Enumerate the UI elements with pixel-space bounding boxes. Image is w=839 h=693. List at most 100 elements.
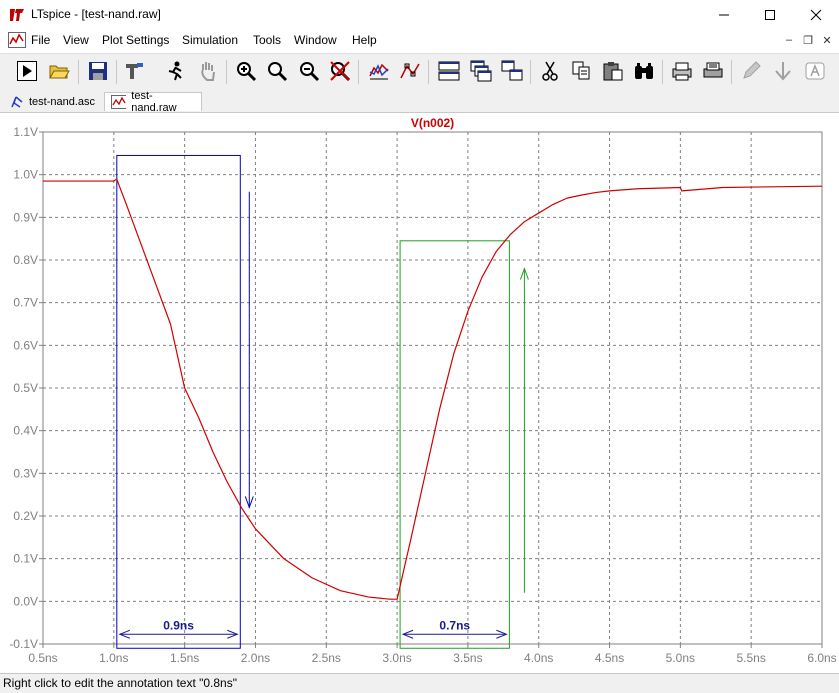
mdi-restore-button[interactable]: ❐: [801, 33, 815, 47]
text-icon: [805, 62, 825, 80]
window-title: LTspice - [test-nand.raw]: [31, 7, 161, 21]
run-button[interactable]: [14, 58, 40, 84]
x-tick-label: 5.0ns: [666, 651, 695, 665]
menu-bar: File View Plot Settings Simulation Tools…: [0, 30, 839, 51]
paste-icon: [603, 62, 623, 81]
waveform-plot-pane[interactable]: 1.1V 1.0V 0.9V 0.8V 0.7V 0.6V 0.5V 0.4V 0.3V 0.2V…: [0, 113, 839, 673]
x-tick-label: 3.0ns: [382, 651, 411, 665]
tile-horizontal-button[interactable]: [436, 58, 462, 84]
zoom-box-icon: [268, 62, 288, 82]
maximize-icon: [765, 10, 775, 20]
pencil-button[interactable]: [738, 58, 764, 84]
zoom-cancel-button[interactable]: [327, 58, 353, 84]
tile-horizontal-icon: [438, 61, 460, 81]
y-tick-label: 0.0V: [13, 594, 38, 608]
y-tick-label: 1.1V: [13, 125, 38, 139]
maximize-button[interactable]: [747, 0, 793, 30]
x-axis: 0.5ns 1.0ns 1.5ns 2.0ns 2.5ns 3.0ns 3.5ns 4.0ns…: [28, 644, 837, 665]
find-icon: [635, 63, 653, 79]
schematic-icon: [11, 95, 23, 108]
print-preview-icon: [672, 62, 692, 81]
open-button[interactable]: [46, 58, 72, 84]
rise-measure-box: [399, 240, 510, 649]
document-tab-bar: test-nand.asc test-nand.raw: [0, 90, 839, 114]
y-tick-label: 0.2V: [13, 509, 38, 523]
pencil-icon: [743, 61, 761, 79]
find-button[interactable]: [631, 58, 657, 84]
menu-help[interactable]: Help: [352, 33, 377, 47]
text-button[interactable]: [802, 58, 828, 84]
zoom-in-icon: [237, 62, 257, 82]
paste-button[interactable]: [600, 58, 626, 84]
tile-vertical-button[interactable]: [499, 58, 525, 84]
zoom-cancel-icon: [330, 61, 351, 82]
print-preview-button[interactable]: [669, 58, 695, 84]
x-tick-label: 4.5ns: [595, 651, 624, 665]
minimize-button[interactable]: [701, 0, 747, 30]
tab-schematic-label: test-nand.asc: [29, 95, 96, 108]
y-tick-label: -0.1V: [9, 637, 38, 651]
tab-schematic[interactable]: test-nand.asc: [4, 92, 104, 111]
menu-simulation[interactable]: Simulation: [182, 33, 238, 47]
y-axis: 1.1V 1.0V 0.9V 0.8V 0.7V 0.6V 0.5V 0.4V 0.3V 0.2V…: [9, 125, 43, 651]
zoom-out-button[interactable]: [296, 58, 322, 84]
close-button[interactable]: [793, 0, 839, 30]
copy-button[interactable]: [568, 58, 594, 84]
y-tick-label: 0.9V: [13, 210, 38, 224]
waveform-chart[interactable]: 1.1V 1.0V 0.9V 0.8V 0.7V 0.6V 0.5V 0.4V 0.3V 0.2V…: [0, 113, 839, 673]
zoom-in-button[interactable]: [233, 58, 259, 84]
menu-plot-settings[interactable]: Plot Settings: [102, 33, 169, 47]
x-tick-label: 5.5ns: [737, 651, 766, 665]
copy-icon: [572, 61, 590, 80]
down-arrow-icon: [775, 62, 791, 81]
ltspice-logo-icon: [9, 7, 25, 23]
close-icon: [810, 9, 822, 21]
y-tick-label: 0.4V: [13, 424, 38, 438]
pan-icon: [201, 62, 215, 81]
trace-v-n002-: [43, 178, 823, 600]
fall-annotation-label[interactable]: 0.9ns: [163, 618, 194, 632]
pan-button[interactable]: [195, 58, 221, 84]
x-tick-label: 1.0ns: [99, 651, 128, 665]
down-arrow-button[interactable]: [770, 58, 796, 84]
zoom-out-icon: [300, 62, 320, 82]
grid: [43, 132, 822, 644]
annotations: 0.9ns 0.7ns: [116, 154, 529, 649]
mdi-minimize-button[interactable]: –: [782, 33, 796, 47]
menu-tools[interactable]: Tools: [253, 33, 281, 47]
save-icon: [89, 62, 107, 80]
x-tick-label: 1.5ns: [170, 651, 199, 665]
y-tick-label: 1.0V: [13, 168, 38, 182]
traces: [43, 178, 823, 600]
zoom-box-button[interactable]: [264, 58, 290, 84]
minimize-icon: –: [785, 34, 793, 46]
halt-button[interactable]: [162, 58, 188, 84]
autorange-icon: [369, 63, 389, 80]
y-tick-label: 0.6V: [13, 338, 38, 352]
status-text: Right click to edit the annotation text …: [3, 676, 237, 690]
trace-label[interactable]: V(n002): [411, 116, 454, 130]
close-icon: ✕: [822, 34, 832, 47]
y-tick-label: 0.1V: [13, 552, 38, 566]
minimize-icon: [719, 14, 729, 16]
menu-window[interactable]: Window: [294, 33, 337, 47]
tab-waveform[interactable]: test-nand.raw: [104, 90, 202, 114]
x-tick-label: 2.5ns: [312, 651, 341, 665]
x-tick-label: 6.0ns: [807, 651, 836, 665]
autorange-button[interactable]: [366, 58, 392, 84]
x-tick-label: 4.0ns: [524, 651, 553, 665]
cascade-button[interactable]: [468, 58, 494, 84]
cut-button[interactable]: [537, 58, 563, 84]
print-button[interactable]: [700, 58, 726, 84]
save-button[interactable]: [85, 58, 111, 84]
mdi-close-button[interactable]: ✕: [820, 33, 834, 47]
rise-annotation-label[interactable]: 0.7ns: [439, 618, 470, 632]
y-tick-label: 0.5V: [13, 381, 38, 395]
menu-file[interactable]: File: [31, 33, 50, 47]
control-panel-button[interactable]: [121, 58, 147, 84]
cascade-icon: [470, 60, 492, 82]
cut-icon: [542, 61, 558, 81]
y-tick-label: 0.3V: [13, 466, 38, 480]
mark-button[interactable]: [397, 58, 423, 84]
menu-view[interactable]: View: [63, 33, 89, 47]
